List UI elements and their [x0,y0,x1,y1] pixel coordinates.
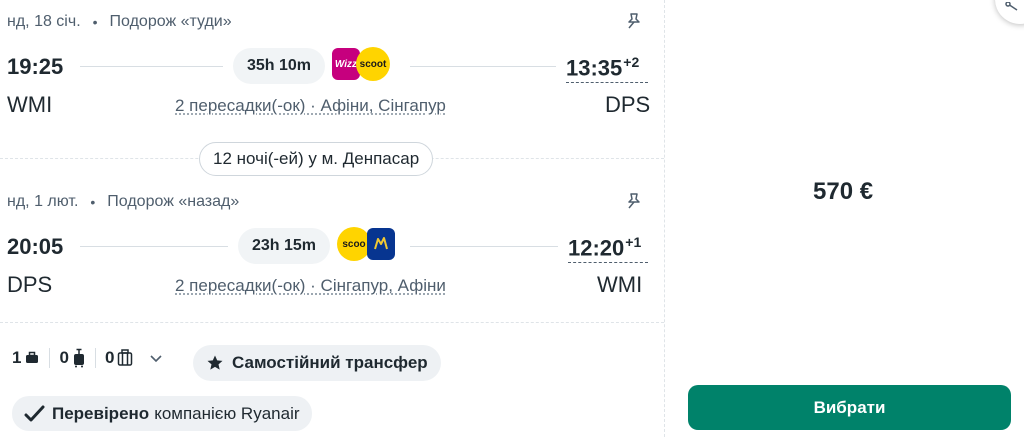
inbound-segment: нд, 1 лют. • Подорож «назад» 20:05 23h 1… [0,180,664,315]
suitcase-icon [24,350,40,366]
outbound-stops-link[interactable]: 2 пересадки(-ок) · Афіни, Сінгапур [175,96,446,116]
ryanair-logo [367,228,395,260]
outbound-departure-time: 19:25 [7,54,64,79]
verified-strong: Перевірено [52,403,150,423]
day-offset: +1 [625,234,642,250]
select-button[interactable]: Вибрати [688,385,1011,430]
day-offset: +2 [623,54,640,70]
outbound-label: Подорож «туди» [109,13,232,30]
inbound-carrier-logos: scoo [337,227,395,261]
price-panel: 570 € Вибрати [665,0,1024,437]
cabin-bag-icon [72,348,86,368]
outbound-departure-airport: WMI [7,92,53,117]
personal-item-value: 1 [12,348,22,367]
pin-icon[interactable] [624,191,644,211]
scoot-logo: scoo [337,227,371,261]
inbound-duration: 23h 15m [238,228,330,264]
separator-dot: • [90,194,96,210]
route-line [80,246,228,247]
separator-dot: • [92,14,98,30]
route-line [80,66,223,67]
arrival-underline [566,82,648,83]
inbound-label: Подорож «назад» [107,193,240,210]
inbound-date: нд, 1 лют. [7,193,79,210]
self-transfer-badge[interactable]: Самостійний трансфер [193,345,441,381]
verified-rest: компанією Ryanair [154,403,300,423]
checked-bag-value: 0 [104,348,115,367]
scoot-logo: scoot [356,47,390,81]
arrival-time-value: 13:35 [566,55,623,81]
checked-bag-icon [117,349,133,367]
inbound-arrival-airport: WMI [597,272,643,297]
outbound-duration: 35h 10m [233,48,325,84]
outbound-arrival-airport: DPS [605,92,651,117]
route-line [410,246,558,247]
star-icon [207,355,223,370]
inbound-departure-time: 20:05 [7,234,64,259]
check-icon [24,405,45,421]
share-icon [1005,2,1018,11]
price-value: 570 € [813,178,874,205]
itinerary-panel: нд, 18 січ. • Подорож «туди» 19:25 35h 1… [0,0,664,437]
arrival-time-value: 12:20 [568,235,625,261]
inbound-stops-link[interactable]: 2 пересадки(-ок) · Сінгапур, Афіни [175,276,446,296]
cabin-bag-value: 0 [59,348,69,367]
outbound-header: нд, 18 січ. • Подорож «туди» [7,13,232,31]
pin-icon[interactable] [624,11,644,31]
personal-item-count: 1 [12,348,40,368]
outbound-arrival-time: 13:35+2 [566,54,639,81]
self-transfer-label: Самостійний трансфер [232,353,428,372]
bag-separator [94,348,96,368]
segment-divider [0,322,664,323]
verified-badge: Перевірено компанією Ryanair [12,396,312,431]
cabin-bag-count: 0 [59,348,85,368]
outbound-date: нд, 18 січ. [7,13,81,30]
inbound-departure-airport: DPS [7,272,53,297]
outbound-segment: нд, 18 січ. • Подорож «туди» 19:25 35h 1… [0,0,664,130]
inbound-header: нд, 1 лют. • Подорож «назад» [7,193,239,211]
inbound-arrival-time: 12:20+1 [568,234,641,261]
route-line [410,66,556,67]
arrival-underline [568,262,648,263]
chevron-down-icon[interactable] [149,351,163,365]
bag-separator [49,348,51,368]
share-button[interactable] [995,0,1024,24]
baggage-summary[interactable]: 1 0 0 [12,348,163,368]
nights-badge: 12 ночі(-ей) у м. Денпасар [199,142,434,176]
checked-bag-count: 0 [105,348,133,368]
outbound-carrier-logos: Wizz scoot [332,47,390,81]
